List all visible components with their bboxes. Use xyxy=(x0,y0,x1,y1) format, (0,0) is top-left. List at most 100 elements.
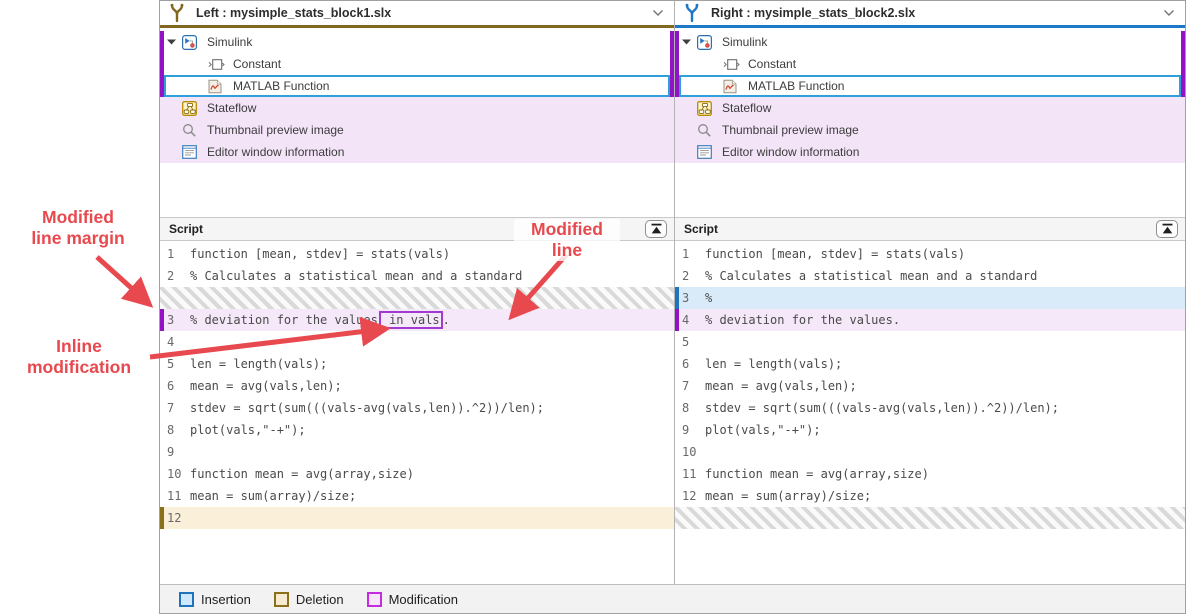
right-file-title: Right : mysimple_stats_block2.slx xyxy=(711,6,915,20)
code-line: 1function [mean, stdev] = stats(vals) xyxy=(160,243,674,265)
line-segment: % deviation for the values xyxy=(190,313,378,327)
tree-item-constant[interactable]: Constant xyxy=(675,53,1185,75)
code-line[interactable]: 4% deviation for the values. xyxy=(675,309,1185,331)
line-number: 10 xyxy=(160,467,184,481)
code-line: 9 xyxy=(160,441,674,463)
line-text: stdev = sqrt(sum(((vals-avg(vals,len)).^… xyxy=(705,401,1059,415)
line-text: function [mean, stdev] = stats(vals) xyxy=(190,247,450,261)
inline-modification-box: in vals xyxy=(379,311,443,329)
annotation-inline-modification: Inline modification xyxy=(0,336,158,378)
compare-branch-icon xyxy=(684,3,700,23)
line-number: 5 xyxy=(675,335,699,349)
chevron-down-icon[interactable] xyxy=(652,9,664,17)
code-line: 1 function [mean, stdev] = stats(vals) xyxy=(675,243,1185,265)
expander-slot[interactable] xyxy=(682,39,697,45)
left-script-code[interactable]: 1function [mean, stdev] = stats(vals) 2 % … xyxy=(160,241,674,584)
stateflow-icon xyxy=(182,101,201,116)
legend-label: Deletion xyxy=(296,592,344,607)
line-segment: . xyxy=(443,313,450,327)
line-text: % deviation for the values. xyxy=(705,313,900,327)
line-text: function [mean, stdev] = stats(vals) xyxy=(705,247,965,261)
line-number: 6 xyxy=(160,379,184,393)
editor-window-icon xyxy=(182,145,201,159)
line-number: 11 xyxy=(675,467,699,481)
constant-icon xyxy=(723,58,742,71)
line-number: 4 xyxy=(160,335,184,349)
code-line: 2% Calculates a statistical mean and a s… xyxy=(675,265,1185,287)
line-text: mean = avg(vals,len); xyxy=(705,379,857,393)
code-line[interactable]: 3% deviation for the values in vals. xyxy=(160,309,674,331)
script-section-title: Script xyxy=(684,222,718,236)
tree-item-matlab-function[interactable]: MATLAB Function xyxy=(164,75,670,97)
tree-item-matlab-function[interactable]: MATLAB Function xyxy=(679,75,1181,97)
tree-item-thumbnail-preview-image[interactable]: Thumbnail preview image xyxy=(160,119,674,141)
comparison-window: Left : mysimple_stats_block1.slxSimulink… xyxy=(159,0,1186,614)
line-text: plot(vals,"-+"); xyxy=(190,423,306,437)
code-line[interactable]: 12 xyxy=(160,507,674,529)
line-text: % Calculates a statistical mean and a st… xyxy=(190,269,522,283)
line-number: 9 xyxy=(675,423,699,437)
tree-item-simulink[interactable]: Simulink xyxy=(160,31,674,53)
tree-item-stateflow[interactable]: Stateflow xyxy=(675,97,1185,119)
code-line: 10 xyxy=(675,441,1185,463)
code-line: 12mean = sum(array)/size; xyxy=(675,485,1185,507)
code-line: 4 xyxy=(160,331,674,353)
line-number: 5 xyxy=(160,357,184,371)
tree-item-label: Simulink xyxy=(207,35,252,49)
legend-label: Modification xyxy=(389,592,458,607)
tree-item-label: Thumbnail preview image xyxy=(722,123,859,137)
deletion-swatch xyxy=(274,592,289,607)
line-number: 7 xyxy=(675,379,699,393)
insertion-swatch xyxy=(179,592,194,607)
code-line: 8plot(vals,"-+"); xyxy=(160,419,674,441)
tree-item-editor-window-information[interactable]: Editor window information xyxy=(160,141,674,163)
code-line: 7 mean = avg(vals,len); xyxy=(675,375,1185,397)
expander-slot[interactable] xyxy=(167,39,182,45)
deleted-line-margin-bar xyxy=(160,507,164,529)
annotation-modified-line-margin: Modified line margin xyxy=(2,207,154,249)
collapse-panel-button[interactable] xyxy=(1156,220,1178,238)
line-text: function mean = avg(array,size) xyxy=(705,467,929,481)
collapse-to-top-icon xyxy=(650,223,663,235)
modified-line-margin-bar xyxy=(160,309,164,331)
expander-down-icon xyxy=(167,39,176,45)
modified-line-margin-bar xyxy=(675,309,679,331)
comparison-tool-screenshot: Left : mysimple_stats_block1.slxSimulink… xyxy=(0,0,1186,614)
editor-window-icon xyxy=(697,145,716,159)
line-number: 2 xyxy=(160,269,184,283)
placeholder-hatch-row xyxy=(160,287,674,309)
tree-item-stateflow[interactable]: Stateflow xyxy=(160,97,674,119)
annotation-text: Modified xyxy=(42,207,114,227)
code-line: 9plot(vals,"-+"); xyxy=(675,419,1185,441)
line-text: % deviation for the values in vals. xyxy=(190,313,450,327)
matlab-function-icon xyxy=(208,79,227,94)
right-script-code[interactable]: 1 function [mean, stdev] = stats(vals) 2% … xyxy=(675,241,1185,584)
constant-icon xyxy=(208,58,227,71)
matlab-function-icon xyxy=(723,79,742,94)
line-text: % xyxy=(705,291,712,305)
tree-item-editor-window-information[interactable]: Editor window information xyxy=(675,141,1185,163)
code-line: 6mean = avg(vals,len); xyxy=(160,375,674,397)
tree-item-simulink[interactable]: Simulink xyxy=(675,31,1185,53)
script-section-header: Script xyxy=(160,218,674,241)
right-panel: Right : mysimple_stats_block2.slx Simulin… xyxy=(675,1,1185,584)
script-section-title: Script xyxy=(169,222,203,236)
line-text: % Calculates a statistical mean and a st… xyxy=(705,269,1037,283)
line-number: 6 xyxy=(675,357,699,371)
line-number: 12 xyxy=(675,489,699,503)
tree-item-constant[interactable]: Constant xyxy=(160,53,674,75)
tree-item-thumbnail-preview-image[interactable]: Thumbnail preview image xyxy=(675,119,1185,141)
code-line[interactable]: 3% xyxy=(675,287,1185,309)
line-number: 8 xyxy=(675,401,699,415)
line-number: 1 xyxy=(675,247,699,261)
collapse-panel-button[interactable] xyxy=(645,220,667,238)
script-section-header: Script xyxy=(675,218,1185,241)
chevron-down-icon[interactable] xyxy=(1163,9,1175,17)
legend-bar: InsertionDeletionModification xyxy=(160,584,1185,613)
simulink-icon xyxy=(697,35,716,50)
tree-item-label: Editor window information xyxy=(207,145,344,159)
line-number: 9 xyxy=(160,445,184,459)
legend-modification: Modification xyxy=(367,592,458,607)
left-file-selector[interactable]: Left : mysimple_stats_block1.slx xyxy=(160,1,674,28)
right-file-selector[interactable]: Right : mysimple_stats_block2.slx xyxy=(675,1,1185,28)
